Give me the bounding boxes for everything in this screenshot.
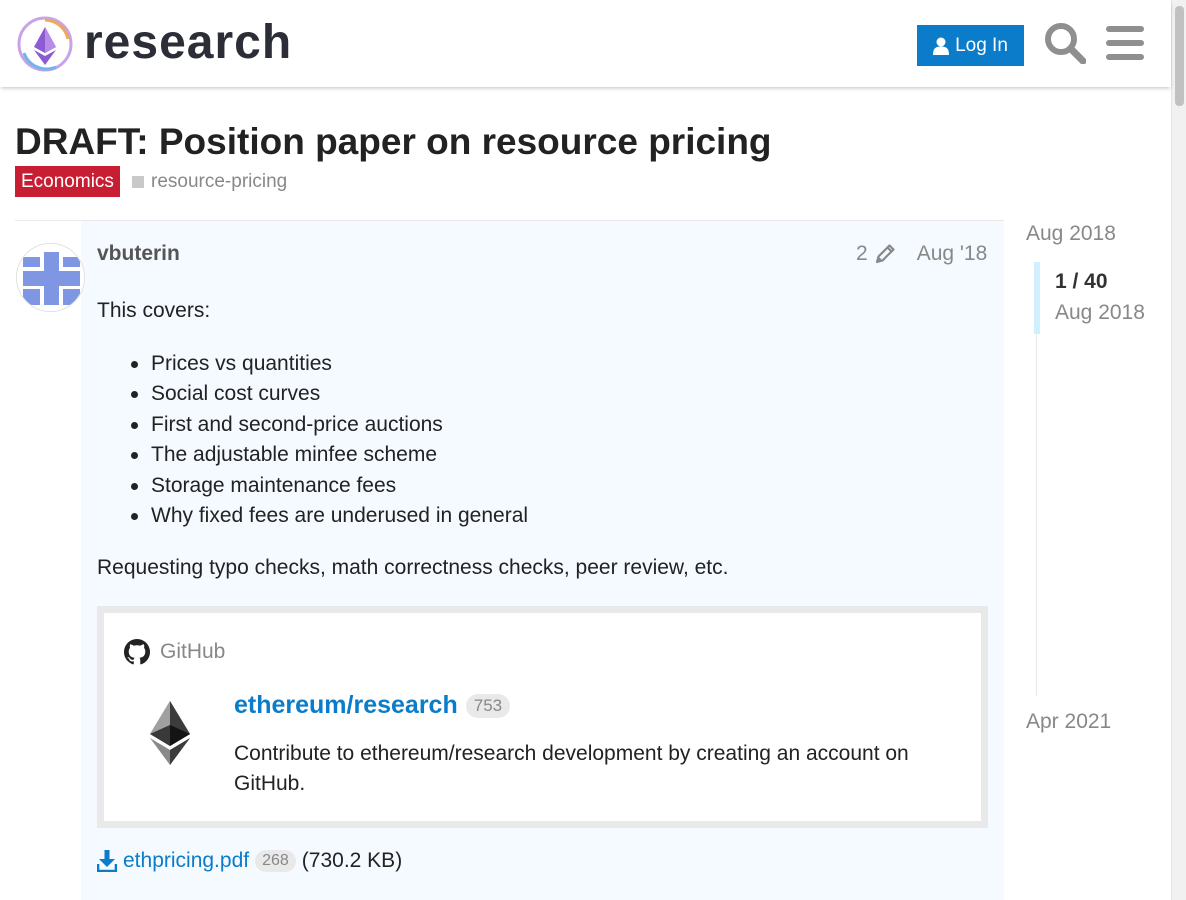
site-logo-text[interactable]: research	[84, 14, 292, 72]
timeline-end-date[interactable]: Apr 2021	[1026, 708, 1111, 736]
login-button[interactable]: Log In	[917, 25, 1024, 66]
onebox-repo-link[interactable]: ethereum/research	[234, 691, 458, 720]
page-scrollbar[interactable]	[1171, 0, 1186, 900]
research-logo-icon[interactable]	[16, 15, 74, 73]
list-item: Prices vs quantities	[130, 349, 528, 379]
timeline-handle[interactable]	[1034, 262, 1040, 334]
list-item: Storage maintenance fees	[130, 471, 528, 501]
post-intro: This covers:	[97, 299, 211, 322]
post-username[interactable]: vbuterin	[97, 240, 180, 268]
list-item: Why fixed fees are underused in general	[130, 501, 528, 531]
post-meta: 2 Aug '18	[856, 240, 987, 268]
attachment-row: ethpricing.pdf 268 (730.2 KB)	[97, 849, 402, 873]
post-date[interactable]: Aug '18	[917, 242, 988, 266]
onebox-source[interactable]: GitHub	[124, 639, 225, 665]
hamburger-menu-icon[interactable]	[1106, 26, 1144, 60]
attachment-link[interactable]: ethpricing.pdf	[123, 849, 249, 873]
pencil-icon	[875, 244, 895, 264]
onebox-title-row: ethereum/research 753	[234, 691, 511, 720]
search-icon[interactable]	[1044, 22, 1086, 64]
post-bullet-list: Prices vs quantities Social cost curves …	[130, 349, 528, 531]
identicon-icon	[17, 244, 84, 311]
onebox-description: Contribute to ethereum/research developm…	[234, 742, 909, 795]
scrollbar-thumb[interactable]	[1175, 6, 1184, 106]
download-count-badge: 268	[255, 850, 296, 872]
avatar[interactable]	[16, 243, 85, 312]
github-icon	[124, 639, 150, 665]
topic-title[interactable]: DRAFT: Position paper on resource pricin…	[15, 120, 772, 164]
site-header: research Log In	[0, 0, 1171, 87]
tag-link[interactable]: resource-pricing	[132, 166, 287, 197]
onebox-source-label: GitHub	[160, 640, 226, 663]
post-request: Requesting typo checks, math correctness…	[97, 556, 729, 579]
tag-label: resource-pricing	[151, 171, 288, 192]
list-item: Social cost curves	[130, 379, 528, 409]
github-onebox: GitHub ethereum/research 753 Contribute …	[97, 606, 988, 828]
attachment-size: (730.2 KB)	[301, 849, 403, 872]
edit-history-button[interactable]: 2	[856, 242, 896, 266]
login-label: Log In	[955, 34, 1008, 56]
category-badge[interactable]: Economics	[15, 166, 120, 197]
tag-square-icon	[132, 175, 144, 188]
timeline-current-date: Aug 2018	[1055, 301, 1145, 324]
list-item: The adjustable minfee scheme	[130, 440, 528, 470]
user-icon	[933, 37, 950, 55]
timeline-start-date[interactable]: Aug 2018	[1026, 220, 1116, 248]
timeline-progress: 1 / 40	[1055, 270, 1108, 293]
edit-count: 2	[856, 242, 868, 265]
list-item: First and second-price auctions	[130, 410, 528, 440]
ethereum-logo-icon	[150, 701, 190, 765]
download-icon	[97, 850, 117, 872]
click-count-badge: 753	[465, 693, 511, 718]
